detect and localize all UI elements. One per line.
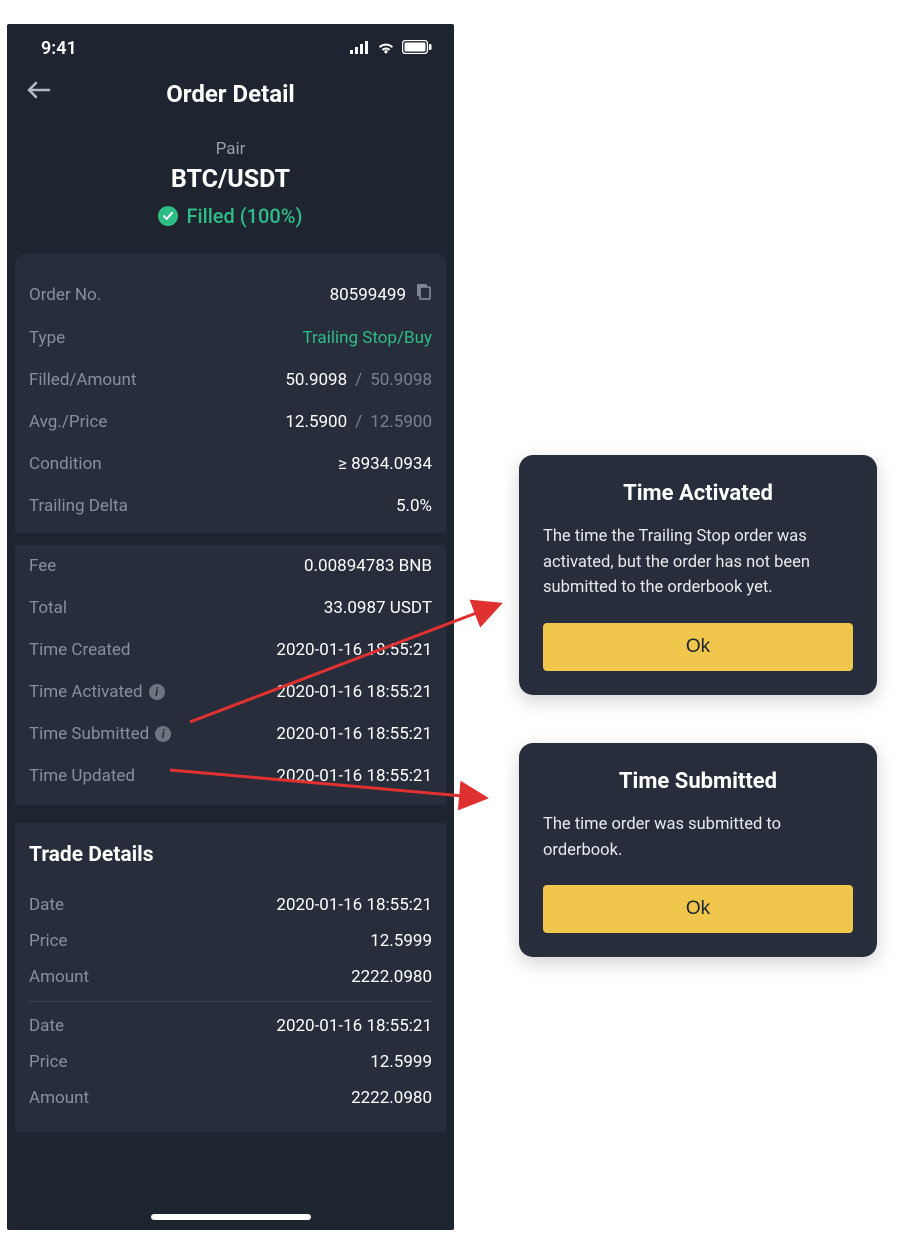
amount-value: 50.9098 <box>370 370 432 390</box>
avg-price-label: Avg./Price <box>29 412 107 432</box>
pair-value: BTC/USDT <box>7 165 454 194</box>
nav-bar: Order Detail <box>7 67 454 121</box>
trade-amount-value: 2222.0980 <box>351 1088 432 1108</box>
trade-date-label: Date <box>29 895 64 915</box>
time-created-label: Time Created <box>29 640 131 660</box>
modal-body: The time order was submitted to orderboo… <box>543 812 853 863</box>
filled-amount-label: Filled/Amount <box>29 370 136 390</box>
divider <box>15 533 446 545</box>
condition-label: Condition <box>29 454 102 474</box>
trade-amount-label: Amount <box>29 1088 89 1108</box>
order-no-value: 80599499 <box>330 285 406 305</box>
row-time-submitted: Time Submitted i 2020-01-16 18:55:21 <box>29 713 432 755</box>
time-updated-label: Time Updated <box>29 766 135 786</box>
wifi-icon <box>376 38 396 59</box>
info-icon[interactable]: i <box>149 684 165 700</box>
trade-details-card: Trade Details Date 2020-01-16 18:55:21 Pr… <box>15 823 446 1132</box>
trade-item: Date 2020-01-16 18:55:21 Price 12.5999 Amo… <box>29 1002 432 1122</box>
modal-body: The time the Trailing Stop order was act… <box>543 524 853 601</box>
home-indicator[interactable] <box>151 1214 311 1220</box>
time-activated-value: 2020-01-16 18:55:21 <box>276 682 432 702</box>
trade-amount-label: Amount <box>29 967 89 987</box>
type-label: Type <box>29 328 65 348</box>
trade-price-label: Price <box>29 1052 68 1072</box>
ok-button[interactable]: Ok <box>543 623 853 671</box>
copy-icon[interactable] <box>414 283 432 306</box>
trade-price-value: 12.5999 <box>370 1052 432 1072</box>
trailing-delta-label: Trailing Delta <box>29 496 128 516</box>
order-header: Pair BTC/USDT Filled (100%) <box>7 121 454 254</box>
row-avg-price: Avg./Price 12.5900/12.5900 <box>29 401 432 443</box>
phone-screen: 9:41 Order Detail Pair BTC/USDT Filled <box>7 24 454 1230</box>
modal-title: Time Submitted <box>543 769 853 794</box>
row-time-created: Time Created 2020-01-16 18:55:21 <box>29 629 432 671</box>
total-value: 33.0987 USDT <box>324 598 432 618</box>
page-title: Order Detail <box>166 80 295 108</box>
battery-icon <box>402 38 432 59</box>
trade-date-label: Date <box>29 1016 64 1036</box>
order-status-text: Filled (100%) <box>186 204 302 228</box>
modal-title: Time Activated <box>543 481 853 506</box>
check-icon <box>158 206 178 226</box>
row-time-updated: Time Updated 2020-01-16 18:55:21 <box>29 755 432 797</box>
info-icon[interactable]: i <box>155 726 171 742</box>
order-no-label: Order No. <box>29 285 101 305</box>
row-order-no: Order No. 80599499 <box>29 272 432 317</box>
row-total: Total 33.0987 USDT <box>29 587 432 629</box>
fee-label: Fee <box>29 556 56 576</box>
filled-value: 50.9098 <box>285 370 347 390</box>
row-type: Type Trailing Stop/Buy <box>29 317 432 359</box>
trade-date-value: 2020-01-16 18:55:21 <box>276 895 432 915</box>
order-status: Filled (100%) <box>158 204 302 228</box>
total-label: Total <box>29 598 67 618</box>
trade-price-value: 12.5999 <box>370 931 432 951</box>
ok-button[interactable]: Ok <box>543 885 853 933</box>
type-value: Trailing Stop/Buy <box>302 328 432 348</box>
row-fee: Fee 0.00894783 BNB <box>29 545 432 587</box>
status-indicators <box>350 38 432 59</box>
price-value: 12.5900 <box>370 412 432 432</box>
time-created-value: 2020-01-16 18:55:21 <box>276 640 432 660</box>
fee-value: 0.00894783 BNB <box>304 556 432 576</box>
row-time-activated: Time Activated i 2020-01-16 18:55:21 <box>29 671 432 713</box>
time-activated-label: Time Activated <box>29 682 143 702</box>
trade-amount-value: 2222.0980 <box>351 967 432 987</box>
row-filled-amount: Filled/Amount 50.9098/50.9098 <box>29 359 432 401</box>
trade-date-value: 2020-01-16 18:55:21 <box>276 1016 432 1036</box>
row-condition: Condition ≥ 8934.0934 <box>29 443 432 485</box>
time-submitted-label: Time Submitted <box>29 724 149 744</box>
row-trailing-delta: Trailing Delta 5.0% <box>29 485 432 527</box>
modal-time-activated: Time Activated The time the Trailing Sto… <box>519 455 877 695</box>
condition-value: ≥ 8934.0934 <box>338 454 432 474</box>
time-submitted-value: 2020-01-16 18:55:21 <box>276 724 432 744</box>
time-updated-value: 2020-01-16 18:55:21 <box>276 766 432 786</box>
trade-price-label: Price <box>29 931 68 951</box>
trade-item: Date 2020-01-16 18:55:21 Price 12.5999 Amo… <box>29 881 432 1002</box>
order-details-card: Order No. 80599499 Type Trailing Stop/Bu… <box>15 254 446 805</box>
avg-value: 12.5900 <box>285 412 347 432</box>
trailing-delta-value: 5.0% <box>396 496 432 516</box>
back-button[interactable] <box>25 77 53 105</box>
pair-label: Pair <box>7 139 454 159</box>
status-time: 9:41 <box>41 38 77 59</box>
status-bar: 9:41 <box>7 24 454 67</box>
trade-details-title: Trade Details <box>29 843 432 867</box>
modal-time-submitted: Time Submitted The time order was submit… <box>519 743 877 957</box>
cellular-icon <box>350 38 370 59</box>
